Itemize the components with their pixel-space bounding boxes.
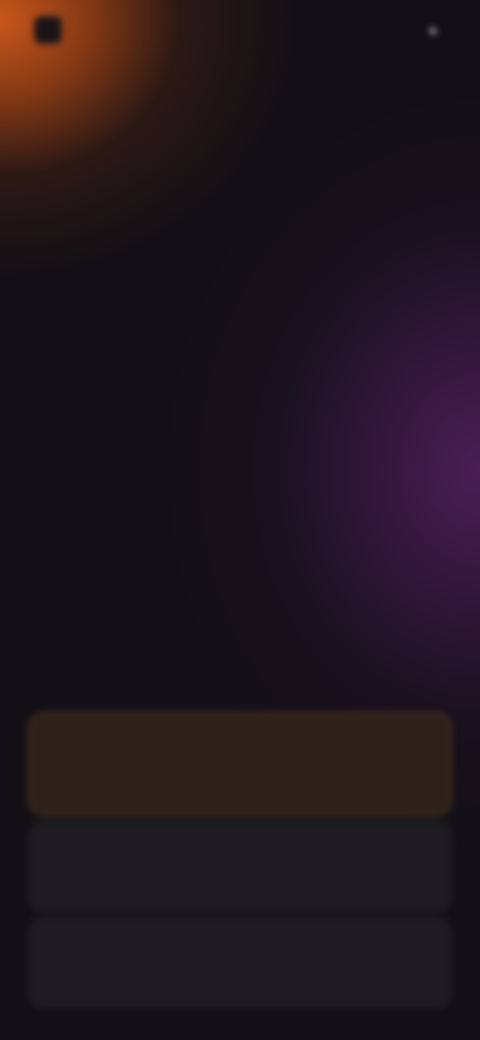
option-card-3[interactable]	[28, 916, 452, 1008]
menu-dot-icon	[430, 28, 436, 34]
logo-mark-icon	[34, 16, 62, 44]
header-action-button[interactable]	[430, 20, 446, 42]
option-card-2[interactable]	[28, 820, 452, 912]
top-bar	[0, 0, 480, 70]
app-logo[interactable]	[34, 16, 134, 44]
options-list	[28, 712, 452, 1008]
option-card-1[interactable]	[28, 712, 452, 816]
